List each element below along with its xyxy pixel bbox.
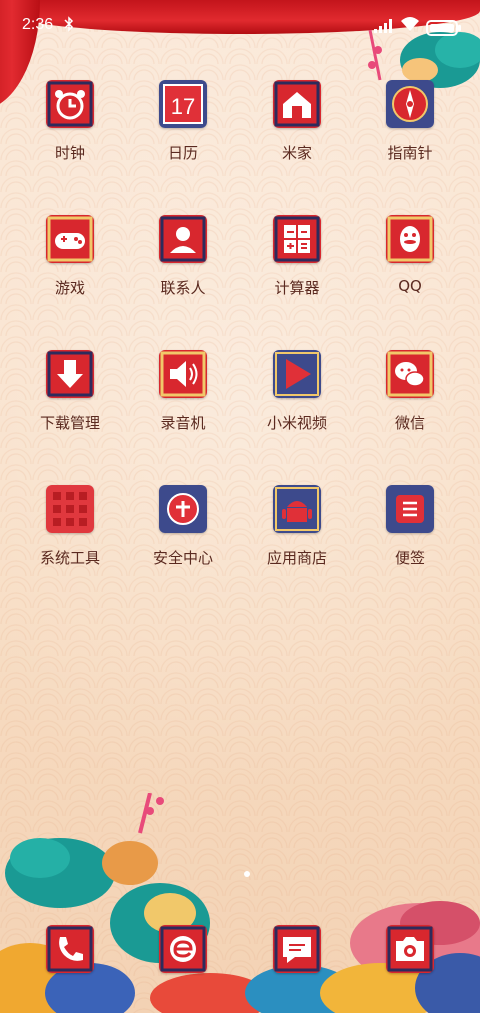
app-label: 联系人 bbox=[160, 279, 206, 297]
page-indicator-dot bbox=[244, 871, 250, 877]
penguin-icon bbox=[386, 215, 434, 263]
app-label: 游戏 bbox=[54, 279, 85, 297]
app-label: 小米视频 bbox=[266, 414, 327, 432]
app-clock[interactable]: 时钟 bbox=[20, 80, 120, 163]
app-label: 微信 bbox=[394, 414, 425, 432]
battery-icon bbox=[426, 20, 461, 36]
app-qq[interactable]: QQ bbox=[360, 215, 460, 295]
app-compass[interactable]: 指南针 bbox=[360, 80, 460, 163]
note-icon bbox=[386, 485, 434, 533]
app-label: 安全中心 bbox=[152, 549, 213, 567]
app-wechat[interactable]: 微信 bbox=[360, 350, 460, 433]
message-bubble-icon bbox=[273, 925, 321, 973]
android-icon bbox=[273, 485, 321, 533]
app-calculator[interactable]: 计算器 bbox=[247, 215, 347, 298]
alarm-clock-icon bbox=[46, 80, 94, 128]
app-label: 米家 bbox=[281, 144, 312, 162]
folder-grid-icon bbox=[46, 485, 94, 533]
bluetooth-icon bbox=[64, 16, 74, 36]
app-label: 指南针 bbox=[387, 144, 433, 162]
app-label: 录音机 bbox=[160, 414, 206, 432]
app-contacts[interactable]: 联系人 bbox=[133, 215, 233, 298]
flower-cloud-decoration-bottom bbox=[0, 793, 480, 1013]
phone-icon bbox=[46, 925, 94, 973]
dock-browser[interactable] bbox=[133, 925, 233, 973]
app-label: 计算器 bbox=[274, 279, 320, 297]
home-icon bbox=[273, 80, 321, 128]
status-bar: 2:36 bbox=[0, 12, 480, 40]
app-store[interactable]: 应用商店 bbox=[247, 485, 347, 568]
dock-messages[interactable] bbox=[247, 925, 347, 973]
app-label: 便签 bbox=[394, 549, 425, 567]
app-mi-video[interactable]: 小米视频 bbox=[247, 350, 347, 433]
app-label: 应用商店 bbox=[266, 549, 327, 567]
chat-bubbles-icon bbox=[386, 350, 434, 398]
app-label: 下载管理 bbox=[39, 414, 100, 432]
app-system-tools[interactable]: 系统工具 bbox=[20, 485, 120, 568]
dock-phone[interactable] bbox=[20, 925, 120, 973]
play-icon bbox=[273, 350, 321, 398]
app-label: 系统工具 bbox=[39, 549, 100, 567]
shield-icon bbox=[159, 485, 207, 533]
person-icon bbox=[159, 215, 207, 263]
calendar-date: 17 bbox=[171, 94, 195, 119]
app-security[interactable]: 安全中心 bbox=[133, 485, 233, 568]
app-label: 日历 bbox=[167, 144, 198, 162]
app-downloads[interactable]: 下载管理 bbox=[20, 350, 120, 433]
app-label: QQ bbox=[398, 277, 422, 295]
app-games[interactable]: 游戏 bbox=[20, 215, 120, 298]
calculator-icon bbox=[273, 215, 321, 263]
gamepad-icon bbox=[46, 215, 94, 263]
dock-camera[interactable] bbox=[360, 925, 460, 973]
camera-icon bbox=[386, 925, 434, 973]
download-arrow-icon bbox=[46, 350, 94, 398]
app-label: 时钟 bbox=[54, 144, 85, 162]
wifi-icon bbox=[400, 16, 420, 36]
status-time: 2:36 bbox=[22, 16, 54, 33]
app-notes[interactable]: 便签 bbox=[360, 485, 460, 568]
speaker-icon bbox=[159, 350, 207, 398]
browser-e-icon bbox=[159, 925, 207, 973]
compass-icon bbox=[386, 80, 434, 128]
signal-icon bbox=[374, 18, 392, 37]
calendar-icon: 17 bbox=[159, 80, 207, 128]
app-calendar[interactable]: 17 日历 bbox=[133, 80, 233, 163]
app-mihome[interactable]: 米家 bbox=[247, 80, 347, 163]
app-recorder[interactable]: 录音机 bbox=[133, 350, 233, 433]
